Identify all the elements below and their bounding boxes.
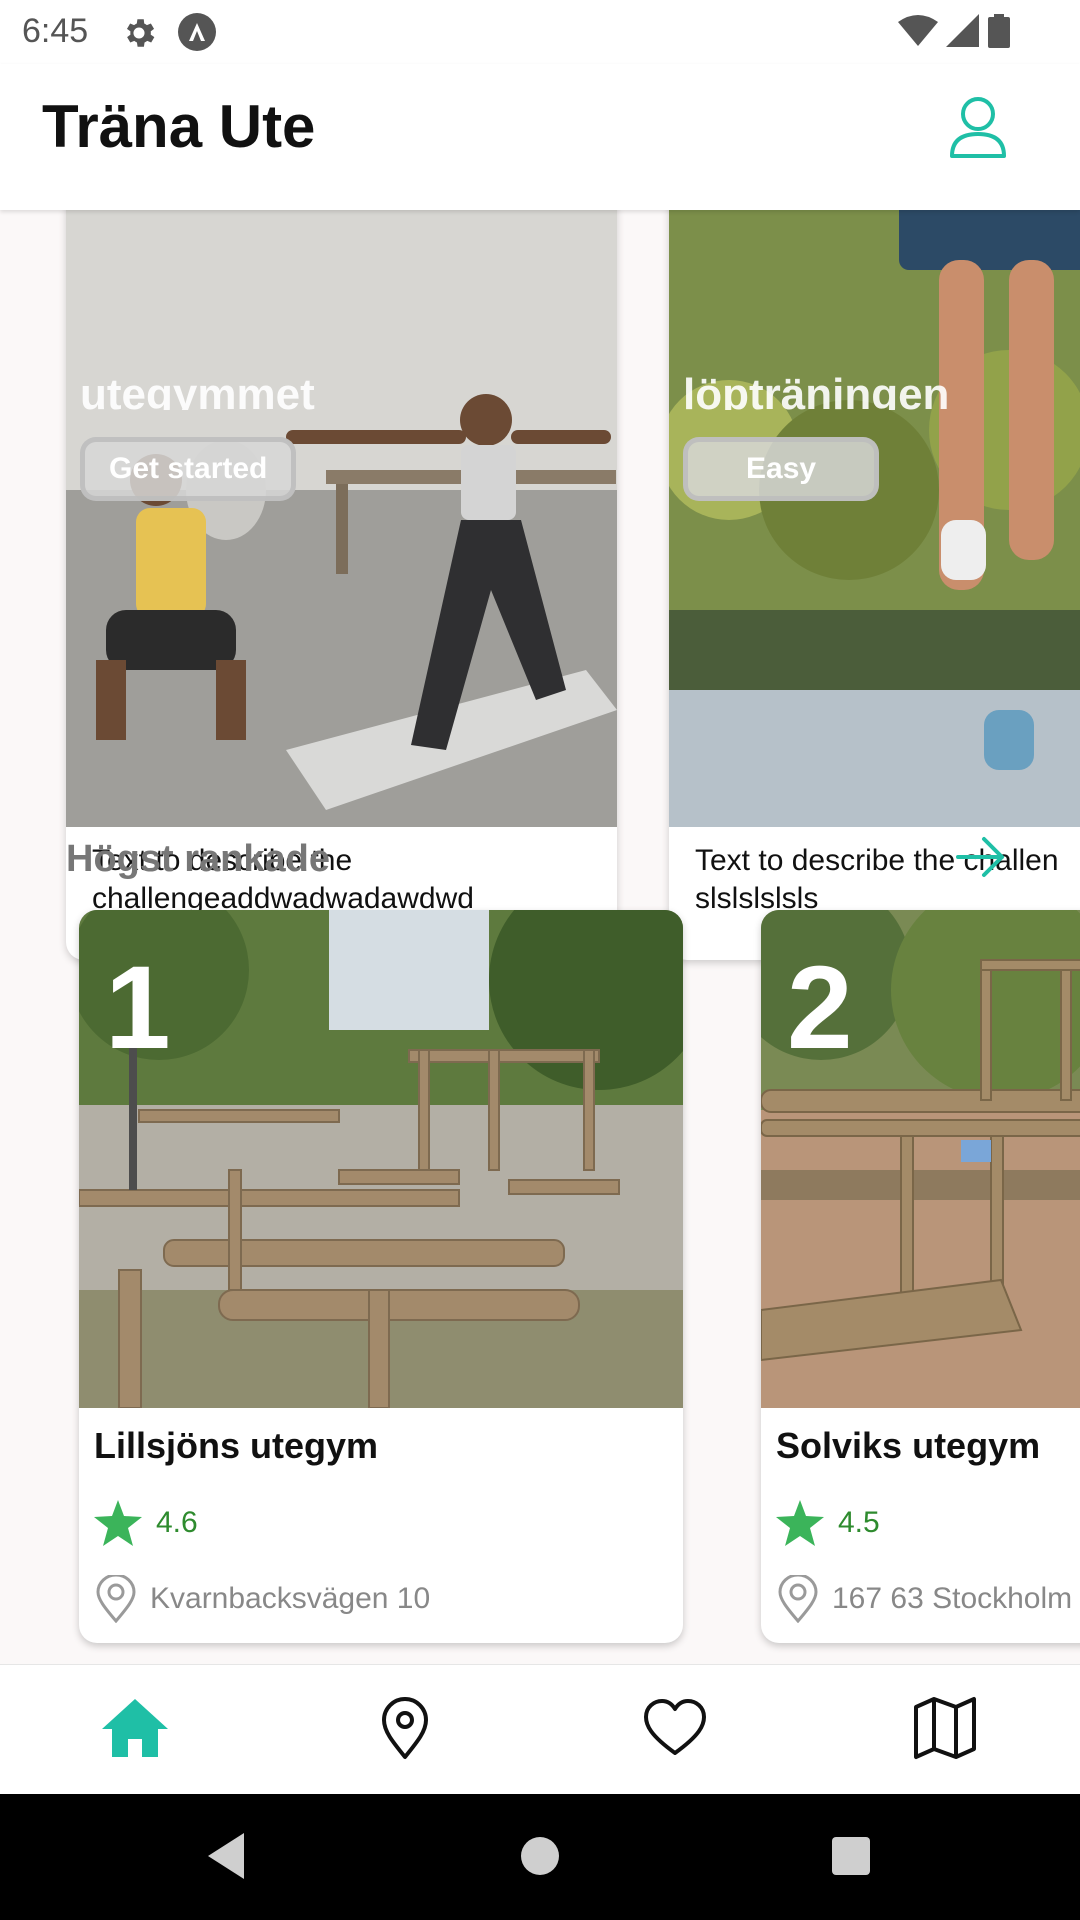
status-icons [898, 14, 1010, 48]
gym-rating: 4.6 [94, 1500, 198, 1546]
back-icon[interactable] [204, 1831, 248, 1881]
location-pin-icon [778, 1575, 818, 1623]
star-icon [94, 1500, 142, 1546]
challenge-badge: Easy [683, 437, 880, 501]
home-icon[interactable] [100, 1693, 170, 1763]
signal-icon [946, 14, 979, 47]
gym-address-text: 167 63 Stockholm [832, 1582, 1073, 1615]
challenge-photo [669, 210, 1080, 827]
gym-card[interactable]: 2 Solviks utegym 4.5 167 63 Stockholm [761, 910, 1080, 1643]
top-rated-title: Högst rankade [66, 838, 330, 880]
challenge-title: utegymmet [80, 370, 315, 410]
star-icon [776, 1500, 824, 1546]
wifi-icon [898, 15, 938, 46]
challenge-card[interactable]: löpträningen Easy Text to describe the c… [669, 210, 1080, 960]
gym-rating-value: 4.5 [838, 1506, 880, 1539]
gym-rating: 4.5 [776, 1500, 880, 1546]
challenge-title: löpträningen [683, 370, 950, 410]
status-time: 6:45 [22, 12, 89, 50]
home-circle-icon[interactable] [520, 1831, 560, 1881]
bottom-nav [0, 1664, 1080, 1794]
gym-address-text: Kvarnbacksvägen 10 [150, 1582, 431, 1615]
arrow-right-icon[interactable] [956, 832, 1006, 882]
person-icon[interactable] [948, 94, 1008, 160]
recents-icon[interactable] [830, 1831, 872, 1881]
system-navigation-bar [0, 1794, 1080, 1920]
challenge-photo [66, 210, 617, 827]
gym-card[interactable]: 1 Lillsjöns utegym 4.6 Kvarnbacksvägen 1… [79, 910, 683, 1643]
gym-name: Solviks utegym [776, 1425, 1041, 1466]
location-pin-icon[interactable] [370, 1693, 440, 1763]
home-content[interactable]: utegymmet Get started Text to describe t… [0, 210, 1080, 1664]
gym-address: Kvarnbacksvägen 10 [94, 1575, 430, 1623]
gym-address: 167 63 Stockholm [776, 1575, 1072, 1623]
location-pin-icon [96, 1575, 136, 1623]
map-icon[interactable] [910, 1693, 980, 1763]
gym-rank: 1 [105, 942, 171, 1074]
app-logo-icon [178, 13, 216, 51]
battery-icon [988, 14, 1010, 48]
heart-icon[interactable] [640, 1693, 710, 1763]
gym-rating-value: 4.6 [156, 1506, 198, 1539]
app-title: Träna Ute [42, 93, 316, 160]
app-bar: Träna Ute [0, 64, 1080, 210]
gear-icon [126, 19, 155, 47]
gym-rank: 2 [787, 942, 853, 1074]
gym-name: Lillsjöns utegym [94, 1425, 379, 1466]
status-bar: 6:45 [0, 0, 1080, 64]
challenge-badge: Get started [80, 437, 297, 501]
